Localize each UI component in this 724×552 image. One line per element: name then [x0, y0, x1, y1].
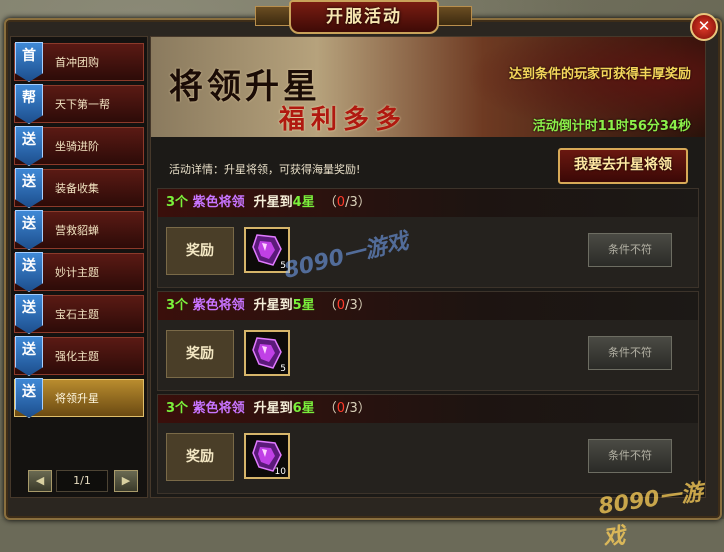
sidebar-item-label: 装备收集 — [55, 182, 99, 195]
task-progress-current: 0 — [336, 195, 346, 210]
task-row: 3个 紫色将领 升星到5星 （0/3） 奖励 5 条件不符 — [157, 291, 699, 391]
task-row: 3个 紫色将领 升星到4星 （0/3） 奖励 5 条件不符 — [157, 188, 699, 288]
task-grade: 紫色将领 — [192, 195, 245, 210]
sidebar-item-top-guild[interactable]: 帮 天下第一帮 — [14, 84, 144, 124]
task-title: 3个 紫色将领 升星到6星 （0/3） — [166, 395, 371, 423]
go-upgrade-button[interactable]: 我要去升星将领 — [558, 148, 688, 184]
main-panel: 将领升星 福利多多 达到条件的玩家可获得丰厚奖励 活动倒计时11时56分34秒 … — [150, 36, 706, 498]
task-row: 3个 紫色将领 升星到6星 （0/3） 奖励 10 条件不符 — [157, 394, 699, 494]
task-count: 3个 — [166, 298, 189, 313]
sidebar-item-enhance[interactable]: 送 强化主题 — [14, 336, 144, 376]
purple-gem-icon — [252, 337, 282, 369]
task-progress-current: 0 — [336, 401, 346, 416]
reward-quantity: 5 — [280, 261, 286, 271]
task-count: 3个 — [166, 401, 189, 416]
reward-label: 奖励 — [166, 227, 234, 275]
task-level-text: 升星到 — [253, 298, 293, 313]
badge-icon: 送 — [15, 126, 43, 166]
badge-icon: 送 — [15, 378, 43, 418]
page-indicator: 1/1 — [56, 470, 108, 492]
task-progress-total: /3） — [345, 298, 371, 313]
reward-item-slot[interactable]: 5 — [244, 227, 290, 273]
reward-quantity: 5 — [280, 364, 286, 374]
sidebar-item-strategy[interactable]: 送 妙计主题 — [14, 252, 144, 292]
task-header: 3个 紫色将领 升星到6星 （0/3） — [158, 395, 698, 423]
task-progress-open: （ — [323, 401, 337, 416]
badge-icon: 送 — [15, 252, 43, 292]
badge-icon: 送 — [15, 168, 43, 208]
task-progress-current: 0 — [336, 298, 346, 313]
sidebar-item-label: 妙计主题 — [55, 266, 99, 279]
sidebar-item-label: 首冲团购 — [55, 56, 99, 69]
event-detail: 活动详情：升星将领，可获得海量奖励! — [169, 163, 361, 176]
task-title: 3个 紫色将领 升星到4星 （0/3） — [166, 189, 371, 217]
task-star: 4星 — [292, 195, 315, 210]
task-progress-open: （ — [323, 298, 337, 313]
reward-item-slot[interactable]: 10 — [244, 433, 290, 479]
reward-label: 奖励 — [166, 433, 234, 481]
reward-item-slot[interactable]: 5 — [244, 330, 290, 376]
claim-button-disabled[interactable]: 条件不符 — [588, 233, 672, 267]
sidebar-item-label: 宝石主题 — [55, 308, 99, 321]
task-star: 5星 — [292, 298, 315, 313]
sidebar-item-first-charge[interactable]: 首 首冲团购 — [14, 42, 144, 82]
badge-icon: 送 — [15, 210, 43, 250]
task-grade: 紫色将领 — [192, 298, 245, 313]
next-page-button[interactable]: ▶ — [114, 470, 138, 492]
prev-page-button[interactable]: ◀ — [28, 470, 52, 492]
badge-icon: 帮 — [15, 84, 43, 124]
sidebar-item-mount[interactable]: 送 坐骑进阶 — [14, 126, 144, 166]
claim-button-disabled[interactable]: 条件不符 — [588, 439, 672, 473]
sidebar: 首 首冲团购 帮 天下第一帮 送 坐骑进阶 送 装备收集 送 营救貂蝉 送 妙计… — [10, 36, 148, 498]
countdown-timer: 活动倒计时11时56分34秒 — [532, 119, 691, 134]
pager: ◀ 1/1 ▶ — [20, 470, 138, 492]
task-progress-total: /3） — [345, 195, 371, 210]
task-header: 3个 紫色将领 升星到4星 （0/3） — [158, 189, 698, 217]
task-header: 3个 紫色将领 升星到5星 （0/3） — [158, 292, 698, 320]
task-progress-total: /3） — [345, 401, 371, 416]
purple-gem-icon — [252, 234, 282, 266]
badge-icon: 送 — [15, 336, 43, 376]
task-title: 3个 紫色将领 升星到5星 （0/3） — [166, 292, 371, 320]
sidebar-item-general-star[interactable]: 送 将领升星 — [14, 378, 144, 418]
sidebar-item-label: 坐骑进阶 — [55, 140, 99, 153]
task-grade: 紫色将领 — [192, 401, 245, 416]
reward-label: 奖励 — [166, 330, 234, 378]
task-progress-open: （ — [323, 195, 337, 210]
sidebar-item-rescue[interactable]: 送 营救貂蝉 — [14, 210, 144, 250]
event-banner: 将领升星 福利多多 达到条件的玩家可获得丰厚奖励 活动倒计时11时56分34秒 — [151, 37, 705, 137]
reward-quantity: 10 — [274, 467, 286, 477]
task-level-text: 升星到 — [253, 195, 293, 210]
task-count: 3个 — [166, 195, 189, 210]
sidebar-item-label: 营救貂蝉 — [55, 224, 99, 237]
banner-subtitle: 福利多多 — [279, 105, 408, 135]
sidebar-item-gem[interactable]: 送 宝石主题 — [14, 294, 144, 334]
banner-notice: 达到条件的玩家可获得丰厚奖励 — [508, 67, 691, 82]
task-level-text: 升星到 — [253, 401, 293, 416]
close-button[interactable]: ✕ — [690, 13, 718, 41]
window-title: 开服活动 — [289, 0, 439, 34]
sidebar-item-equipment[interactable]: 送 装备收集 — [14, 168, 144, 208]
badge-icon: 送 — [15, 294, 43, 334]
badge-icon: 首 — [15, 42, 43, 82]
sidebar-item-label: 将领升星 — [55, 392, 99, 405]
sidebar-item-label: 强化主题 — [55, 350, 99, 363]
sidebar-item-label: 天下第一帮 — [55, 98, 110, 111]
task-star: 6星 — [292, 401, 315, 416]
claim-button-disabled[interactable]: 条件不符 — [588, 336, 672, 370]
